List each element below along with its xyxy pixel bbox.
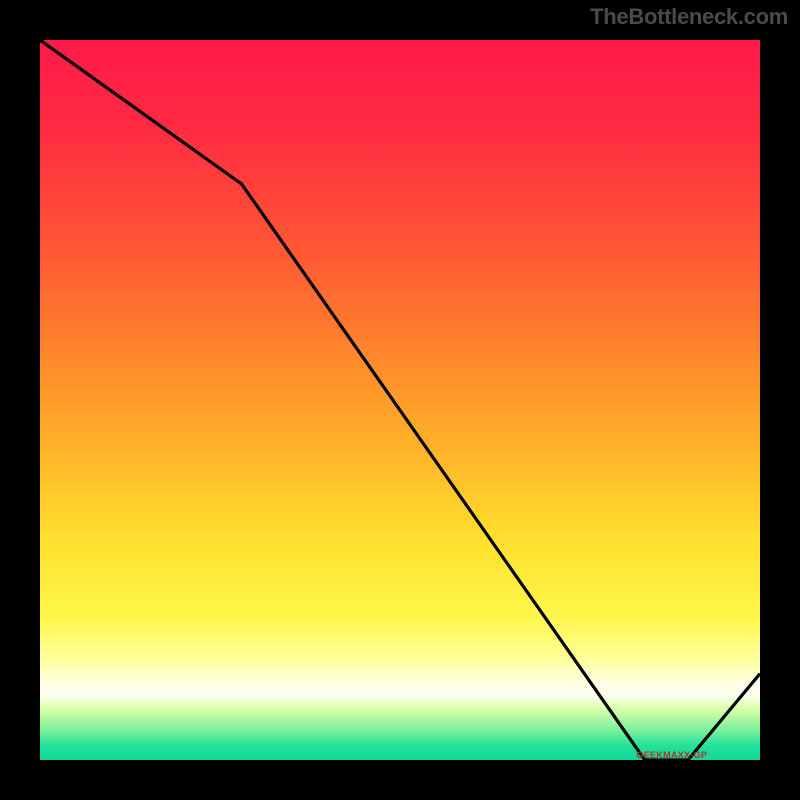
series-label: GEEKMAXX-GP [636, 750, 707, 760]
watermark-text: TheBottleneck.com [590, 4, 788, 30]
plot-area: GEEKMAXX-GP [40, 40, 760, 760]
series-line [40, 40, 760, 760]
chart-canvas: TheBottleneck.com GEEKMAXX-GP [0, 0, 800, 800]
line-chart-svg [40, 40, 760, 760]
plot-frame: GEEKMAXX-GP [30, 30, 770, 770]
